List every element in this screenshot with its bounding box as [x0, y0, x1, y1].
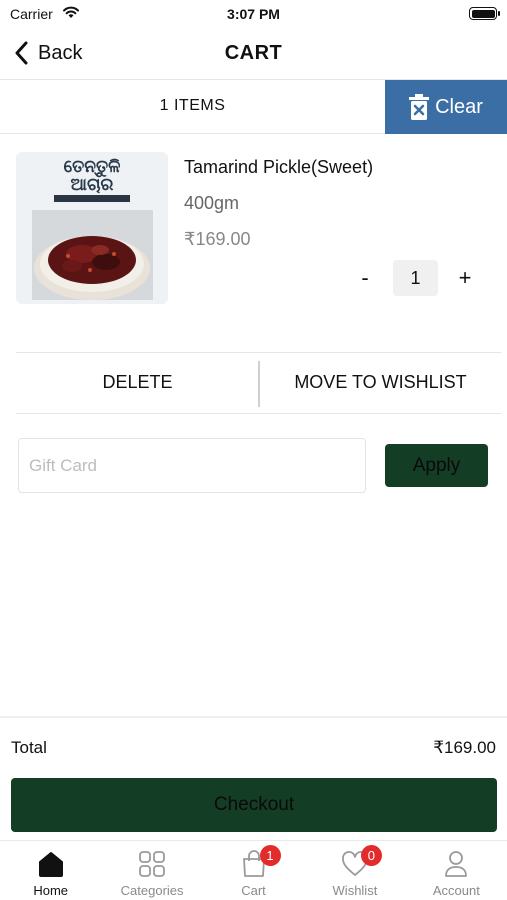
items-count: 1 ITEMS — [159, 97, 226, 114]
quantity-value: 1 — [393, 260, 438, 296]
move-to-wishlist-button[interactable]: MOVE TO WISHLIST — [260, 372, 501, 393]
product-price: ₹169.00 — [184, 229, 251, 249]
tab-account[interactable]: Account — [406, 841, 507, 900]
pickle-bowl-image — [32, 210, 153, 300]
item-actions: DELETE MOVE TO WISHLIST — [16, 352, 501, 414]
product-image-strip — [54, 195, 130, 202]
battery-icon — [469, 7, 500, 20]
wishlist-badge: 0 — [360, 845, 382, 866]
person-icon — [441, 849, 471, 879]
order-summary: Total ₹169.00 Checkout — [0, 716, 507, 840]
product-image-title: ତେନ୍ତୁଳି ଆଚାର — [63, 157, 121, 194]
decrement-quantity-button[interactable]: - — [352, 265, 378, 293]
tab-label-cart: Cart — [241, 883, 266, 898]
product-name[interactable]: Tamarind Pickle(Sweet) — [184, 157, 373, 178]
cart-header: 1 ITEMS Clear — [0, 79, 507, 134]
clear-label: Clear — [435, 95, 483, 118]
product-weight: 400gm — [184, 193, 240, 213]
tab-wishlist[interactable]: 0 Wishlist — [304, 841, 405, 900]
page-title: CART — [224, 42, 283, 64]
tab-label-home: Home — [33, 883, 69, 898]
tab-label-account: Account — [432, 883, 480, 898]
apply-button[interactable]: Apply — [385, 444, 488, 487]
status-bar: Carrier 3:07 PM — [0, 0, 507, 28]
total-value: ₹169.00 — [433, 738, 496, 757]
tab-cart[interactable]: 1 Cart — [203, 841, 304, 900]
checkout-button[interactable]: Checkout — [11, 778, 497, 832]
heart-icon: 0 — [340, 845, 382, 879]
home-icon — [36, 849, 66, 879]
delete-button[interactable]: DELETE — [16, 372, 259, 393]
cart-badge: 1 — [259, 845, 281, 866]
clear-cart-button[interactable]: Clear — [385, 80, 507, 134]
grid-icon — [137, 849, 167, 879]
product-image[interactable]: ତେନ୍ତୁଳି ଆଚାର — [16, 152, 168, 304]
tab-bar: Home Categories 1 Cart 0 Wishlist Accoun… — [0, 840, 507, 900]
tab-categories[interactable]: Categories — [101, 841, 202, 900]
shopping-bag-icon: 1 — [239, 845, 281, 879]
nav-bar: Back CART — [0, 28, 507, 78]
gift-card-input[interactable] — [18, 438, 366, 493]
clock: 3:07 PM — [227, 6, 280, 22]
trash-icon — [409, 94, 430, 120]
total-label: Total — [11, 738, 47, 757]
tab-home[interactable]: Home — [0, 841, 101, 900]
tab-label-categories: Categories — [120, 883, 184, 898]
increment-quantity-button[interactable]: + — [452, 265, 478, 293]
tab-label-wishlist: Wishlist — [332, 883, 378, 898]
